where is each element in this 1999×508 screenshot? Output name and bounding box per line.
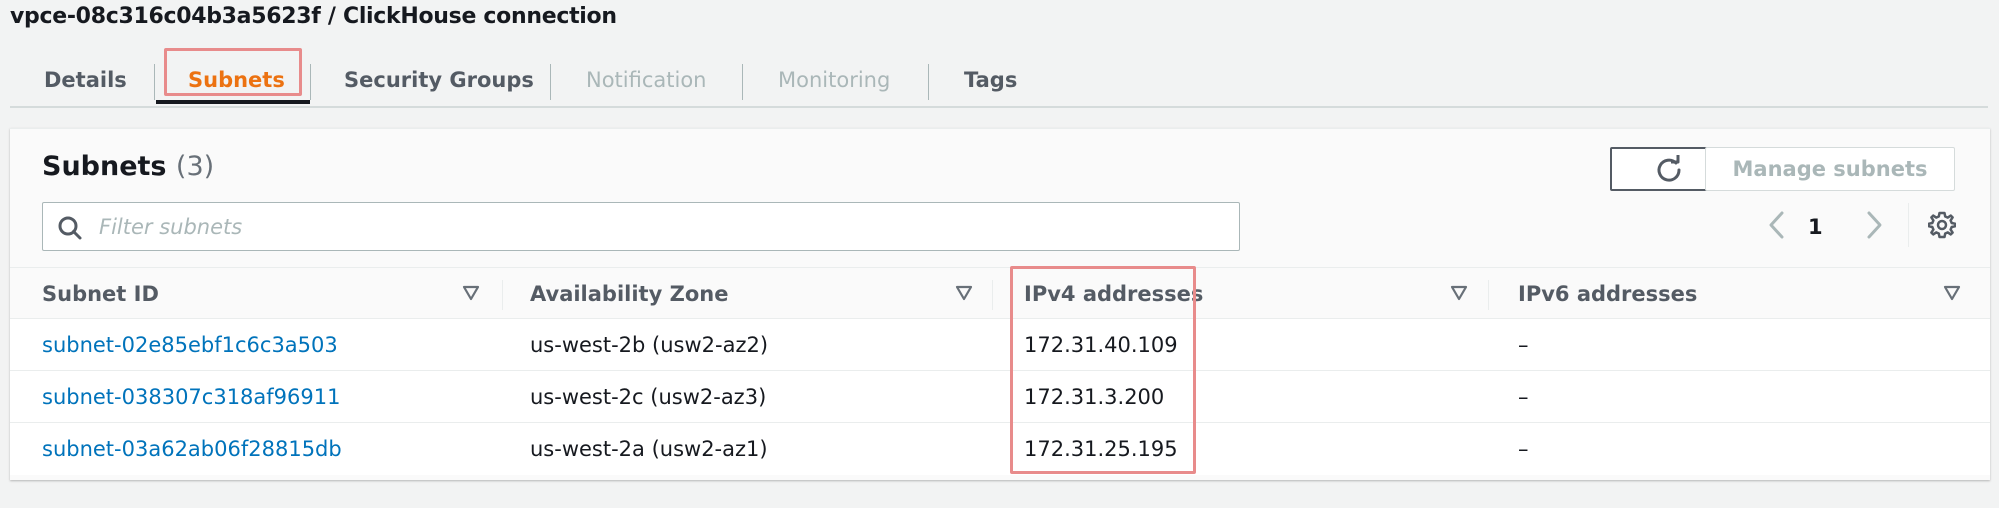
sort-icon[interactable] [955,285,973,301]
subnets-tab-highlight [164,48,302,96]
chevron-left-icon[interactable] [1765,209,1789,241]
tab-separator [742,64,743,100]
sort-icon[interactable] [462,285,480,301]
ipv4-column-highlight [1010,266,1196,474]
pagination-separator [1908,203,1909,247]
table-header: Subnet ID Availability Zone IPv4 address… [10,267,1990,319]
availability-zone: us-west-2a (usw2-az1) [530,437,768,461]
column-header-availability-zone[interactable]: Availability Zone [530,268,728,320]
sort-icon[interactable] [1943,285,1961,301]
manage-subnets-button[interactable]: Manage subnets [1705,147,1955,191]
panel-title: Subnets (3) [42,151,214,182]
sort-icon[interactable] [1450,285,1468,301]
filter-subnets[interactable] [42,202,1240,251]
subnet-id-link[interactable]: subnet-03a62ab06f28815db [42,423,342,475]
column-separator [1488,280,1489,310]
gear-icon[interactable] [1928,211,1956,239]
filter-subnets-input[interactable] [99,211,1219,243]
table-row: subnet-02e85ebf1c6c3a503 us-west-2b (usw… [10,319,1990,371]
tab-separator [928,64,929,100]
column-header-subnet-id[interactable]: Subnet ID [42,268,159,320]
subnet-id-link[interactable]: subnet-038307c318af96911 [42,371,340,423]
column-header-ipv6-addresses[interactable]: IPv6 addresses [1518,268,1697,320]
tab-tags[interactable]: Tags [964,60,1017,100]
table-row: subnet-038307c318af96911 us-west-2c (usw… [10,371,1990,423]
tab-separator [154,64,155,100]
subnets-panel: Subnets (3) Manage subnets 1 Subnet ID A… [10,128,1990,480]
tab-notification[interactable]: Notification [586,60,707,100]
tab-monitoring[interactable]: Monitoring [778,60,890,100]
current-page-number[interactable]: 1 [1808,215,1823,239]
tab-bar: Details Subnets Security Groups Notifica… [10,50,1988,108]
tab-separator [550,64,551,100]
tab-details[interactable]: Details [44,60,127,100]
subnet-count: (3) [175,151,215,182]
active-tab-underline [156,100,310,104]
tab-separator [310,64,311,100]
search-icon [58,216,82,240]
availability-zone: us-west-2b (usw2-az2) [530,333,769,357]
table-row: subnet-03a62ab06f28815db us-west-2a (usw… [10,423,1990,475]
chevron-right-icon[interactable] [1862,209,1886,241]
refresh-icon [1657,155,1681,182]
ipv6-address: – [1518,437,1529,461]
availability-zone: us-west-2c (usw2-az3) [530,385,767,409]
tab-security-groups[interactable]: Security Groups [344,60,534,100]
column-separator [992,280,993,310]
page-title: vpce-08c316c04b3a5623f / ClickHouse conn… [10,4,617,29]
ipv6-address: – [1518,333,1529,357]
subnet-id-link[interactable]: subnet-02e85ebf1c6c3a503 [42,319,338,371]
panel-title-text: Subnets [42,151,167,182]
column-separator [502,280,503,310]
ipv6-address: – [1518,385,1529,409]
